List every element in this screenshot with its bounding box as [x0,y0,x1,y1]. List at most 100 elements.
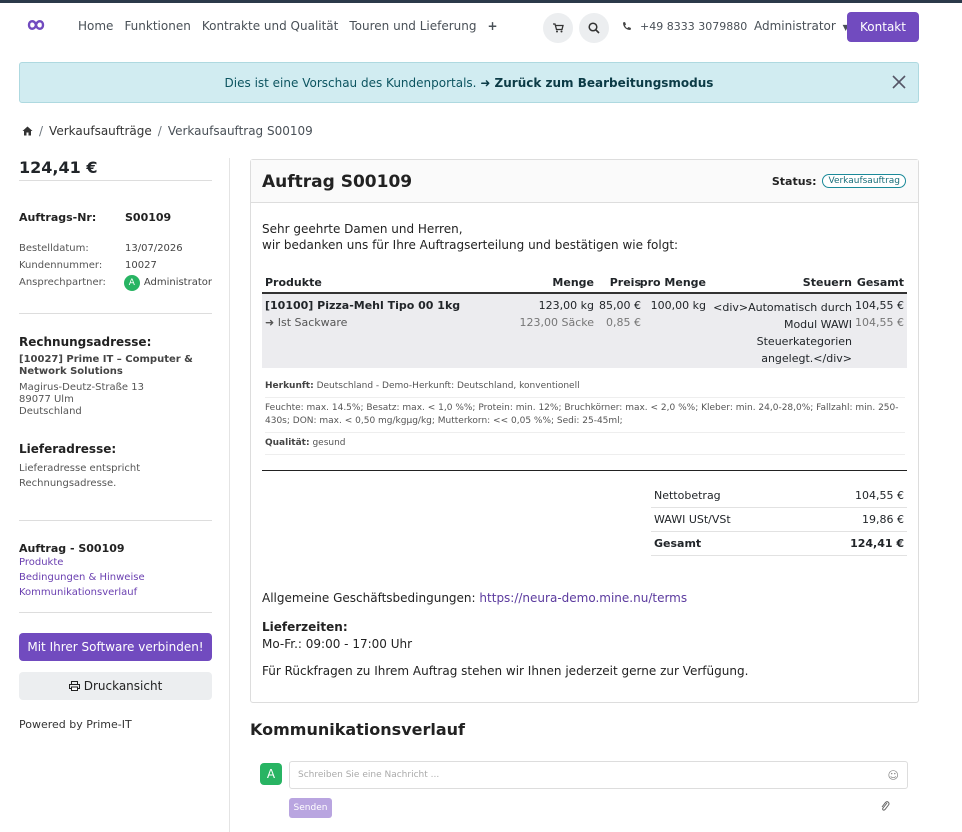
row-tax-line: Modul WAWI [783,318,852,331]
totals-table: Nettobetrag 104,55 € WAWI USt/VSt 19,86 … [651,484,907,556]
avatar: A [123,274,140,291]
vertical-divider [229,158,230,832]
connect-software-button[interactable]: Mit Ihrer Software verbinden! [19,633,212,661]
smiley-icon[interactable]: ☺ [888,769,899,782]
nav-link-terms[interactable]: Bedingungen & Hinweise [19,570,212,585]
close-icon[interactable] [890,73,908,91]
delivery-title: Lieferadresse: [19,442,117,456]
avatar: A [260,763,282,785]
powered-by: Powered by Prime-IT [19,718,132,731]
products-table-header: Produkte Menge Preis pro Menge Steuern G… [262,272,907,294]
delivery-times-value: Mo-Fr.: 09:00 - 17:00 Uhr [262,637,413,651]
nav-funktionen[interactable]: Funktionen [124,19,190,33]
row-total: 104,55 € [855,299,904,312]
net-row: Nettobetrag 104,55 € [651,484,907,508]
back-to-edit-link[interactable]: ➜ Zurück zum Bearbeitungsmodus [480,76,713,90]
nav-plus-button[interactable]: + [488,19,498,33]
customer-number-label: Kundennummer: [19,260,103,271]
row-tax-line: <div>Automatisch durch [713,301,852,314]
preview-alert: Dies ist eine Vorschau des Kundenportals… [19,62,919,103]
tax-value: 19,86 € [862,513,904,526]
order-date-value: 13/07/2026 [125,243,183,254]
breadcrumb-sales-orders[interactable]: Verkaufsaufträge [49,124,152,138]
terms: Allgemeine Geschäftsbedingungen: https:/… [262,591,687,605]
order-number-label: Auftrags-Nr: [19,211,97,224]
delivery-times-label: Lieferzeiten: [262,620,348,634]
print-button[interactable]: Druckansicht [19,672,212,700]
nav-touren[interactable]: Touren und Lieferung [349,19,476,33]
search-button[interactable] [579,13,609,43]
col-total: Gesamt [856,275,904,289]
nav-kontrakte[interactable]: Kontrakte und Qualität [202,19,339,33]
divider [19,313,212,314]
quality-specs: Feuchte: max. 14.5%; Besatz: max. < 1,0 … [265,398,905,433]
phone-link[interactable]: +49 8333 3079880 [622,20,747,33]
row-tax-line: angelegt.</div> [761,352,852,365]
table-row: [10100] Pizza-Mehl Tipo 00 1kg 123,00 kg… [262,294,907,368]
col-price: Preis [609,275,641,289]
billing-company: [10027] Prime IT – Computer & Network So… [19,354,193,377]
status: Status: Verkaufsauftrag [772,174,906,188]
order-date-row: Bestelldatum: 13/07/2026 [19,240,212,257]
col-product: Produkte [265,275,322,289]
quality-value: gesund [312,438,346,448]
terms-link[interactable]: https://neura-demo.mine.nu/terms [479,591,687,605]
order-card-header: Auftrag S00109 Status: Verkaufsauftrag [251,160,918,203]
contact-button[interactable]: Kontakt [847,12,919,42]
greeting: Sehr geehrte Damen und Herren, wir bedan… [262,221,678,253]
net-label: Nettobetrag [654,489,721,502]
closing-text: Für Rückfragen zu Ihrem Auftrag stehen w… [262,664,749,678]
divider [19,520,212,521]
breadcrumb-separator: / [39,124,44,138]
send-button[interactable]: Senden [289,798,332,818]
nav-link-communication[interactable]: Kommunikationsverlauf [19,585,212,600]
billing-city: 89077 Ulm [19,394,74,405]
delivery-text: Lieferadresse entspricht Rechnungsadress… [19,463,141,489]
order-date-label: Bestelldatum: [19,243,89,254]
origin-note: Herkunft: Deutschland - Demo-Herkunft: D… [265,376,905,398]
customer-number-row: Kundennummer: 10027 [19,257,212,274]
origin-label: Herkunft: [265,381,314,391]
message-input[interactable]: Schreiben Sie eine Nachricht ... ☺ [289,761,908,789]
home-icon[interactable] [22,126,33,136]
terms-label: Allgemeine Geschäftsbedingungen: [262,591,476,605]
products-table: Produkte Menge Preis pro Menge Steuern G… [262,272,907,368]
contact-person-label: Ansprechpartner: [19,277,106,288]
greeting-line-2: wir bedanken uns für Ihre Auftragserteil… [262,238,679,252]
cart-button[interactable] [543,13,573,43]
search-icon [588,22,600,34]
communication-title: Kommunikationsverlauf [250,720,465,739]
status-label: Status: [771,174,817,188]
total-row: Gesamt 124,41 € [651,532,907,556]
product-notes: Herkunft: Deutschland - Demo-Herkunft: D… [265,376,905,455]
quality-label: Qualität: [265,438,310,448]
col-tax: Steuern [802,275,852,289]
billing-title: Rechnungsadresse: [19,335,152,349]
row-per-qty: 100,00 kg [650,299,706,312]
divider [19,612,212,613]
order-number-row: Auftrags-Nr: S00109 [19,211,212,224]
print-icon [68,681,80,691]
nav-link-products[interactable]: Produkte [19,555,212,570]
col-qty: Menge [552,275,594,289]
billing-street: Magirus-Deutz-Straße 13 [19,382,144,393]
total-value: 124,41 € [850,537,904,550]
divider [262,470,907,471]
row-sub-price: 0,85 € [606,316,641,329]
breadcrumb-separator: / [157,124,162,138]
user-menu[interactable]: Administrator ▼ [754,19,849,33]
customer-number-value: 10027 [125,260,157,271]
row-qty: 123,00 kg [538,299,594,312]
alert-text: Dies ist eine Vorschau des Kundenportals… [224,75,477,90]
quality-note: Qualität: gesund [265,433,905,455]
print-button-label: Druckansicht [83,679,163,693]
paperclip-icon[interactable] [880,800,890,812]
nav-home[interactable]: Home [78,19,113,33]
greeting-line-1: Sehr geehrte Damen und Herren, [262,222,463,236]
order-amount: 124,41 € [19,158,212,181]
user-name: Administrator [754,19,836,33]
message-placeholder: Schreiben Sie eine Nachricht ... [298,770,440,780]
row-price: 85,00 € [599,299,641,312]
logo-icon[interactable] [24,15,48,35]
col-per-qty: pro Menge [639,275,706,289]
